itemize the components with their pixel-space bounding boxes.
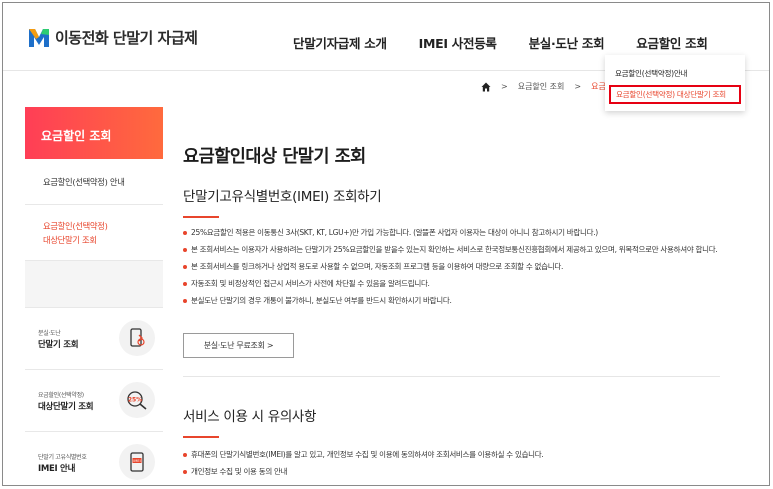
card-main-label: 대상단말기 조회 [38,402,94,412]
card-imei-info[interactable]: 단말기 고유식별번호 IMEI 안내 IMEI [25,431,163,485]
nav-item-imei[interactable]: IMEI 사전등록 [419,33,497,52]
service-notice-list: 휴대폰의 단말기식별번호(IMEI)를 알고 있고, 개인정보 수집 및 이용에… [183,449,723,483]
notice-item: 25%요금할인 적용은 이동통신 3사(SKT, KT, LGU+)만 가입 가… [183,227,723,238]
phone-search-icon [119,320,155,356]
notice-list: 25%요금할인 적용은 이동통신 3사(SKT, KT, LGU+)만 가입 가… [183,227,723,312]
site-logo[interactable]: 이동전화 단말기 자급제 [27,25,198,49]
section-title-underline [183,436,219,438]
section-title: 단말기고유식별번호(IMEI) 조회하기 [183,189,382,205]
breadcrumb-item-discount[interactable]: 요금할인 조회 [518,81,565,92]
card-main-label: IMEI 안내 [38,464,76,474]
section-service-notice: 서비스 이용 시 유의사항 [183,405,316,438]
browser-frame: 이동전화 단말기 자급제 단말기자급제 소개 IMEI 사전등록 분실·도난 조… [2,2,770,486]
nav-item-intro[interactable]: 단말기자급제 소개 [293,33,387,52]
discount-badge: 25% [128,397,142,404]
sidebar-cards: 분실·도난 단말기 조회 요금할인(선택약정) 대상단말기 조회 25% 단말기… [25,307,163,485]
sidebar-item-discount-info[interactable]: 요금할인(선택약정) 안내 [25,159,163,205]
imei-phone-icon: IMEI [119,444,155,480]
card-discount-device[interactable]: 요금할인(선택약정) 대상단말기 조회 25% [25,369,163,431]
section-title: 서비스 이용 시 유의사항 [183,409,317,425]
breadcrumb-separator: > [574,82,582,91]
notice-item: 자동조회 및 비정상적인 접근시 서비스가 사전에 차단될 수 있음을 알려드립… [183,278,723,289]
page-title: 요금할인대상 단말기 조회 [183,147,366,167]
sidebar: 요금할인 조회 요금할인(선택약정) 안내 요금할인(선택약정) 대상단말기 조… [25,107,163,485]
nav-dropdown-discount: 요금할인(선택약정)안내 요금할인(선택약정) 대상단말기 조회 [605,55,745,111]
logo-mark-icon [29,29,49,47]
card-main-label: 단말기 조회 [38,340,79,350]
section-title-underline [183,216,219,218]
home-icon[interactable] [481,82,491,92]
notice-item: 분실도난 단말기의 경우 개통이 불가하니, 분실도난 여부를 반드시 확인하시… [183,295,723,306]
dropdown-item-discount-info[interactable]: 요금할인(선택약정)안내 [615,68,687,79]
notice-item: 개인정보 수집 및 이용 동의 안내 [183,466,723,477]
logo-text: 이동전화 단말기 자급제 [55,28,198,47]
nav-item-lost[interactable]: 분실·도난 조회 [529,33,605,52]
sidebar-title: 요금할인 조회 [25,107,163,159]
sidebar-item-target-device[interactable]: 요금할인(선택약정) 대상단말기 조회 [25,205,163,261]
card-sub-label: 단말기 고유식별번호 [38,454,87,461]
notice-item: 휴대폰의 단말기식별번호(IMEI)를 알고 있고, 개인정보 수집 및 이용에… [183,449,723,460]
breadcrumb: > 요금할인 조회 > 요금 [481,81,606,92]
main-nav: 단말기자급제 소개 IMEI 사전등록 분실·도난 조회 요금할인 조회 [293,33,708,52]
sidebar-item-label-line1: 요금할인(선택약정) [43,221,108,231]
section-imei-lookup: 단말기고유식별번호(IMEI) 조회하기 [183,185,382,218]
breadcrumb-current: 요금 [591,82,606,91]
sidebar-menu: 요금할인(선택약정) 안내 요금할인(선택약정) 대상단말기 조회 [25,159,163,261]
card-sub-label: 요금할인(선택약정) [38,392,84,399]
notice-item: 본 조회서비스를 링크하거나 상업적 용도로 사용할 수 없으며, 자동조회 프… [183,261,723,272]
nav-item-discount[interactable]: 요금할인 조회 [636,33,708,52]
notice-item: 본 조회서비스는 이용자가 사용하려는 단말기가 25%요금할인을 받을수 있는… [183,244,723,255]
breadcrumb-separator: > [501,82,508,91]
sidebar-item-label-line2: 대상단말기 조회 [43,235,97,245]
dropdown-item-target-device[interactable]: 요금할인(선택약정) 대상단말기 조회 [609,85,741,104]
card-lost-device[interactable]: 분실·도난 단말기 조회 [25,307,163,369]
imei-badge: IMEI [133,459,140,463]
section-divider [183,376,720,377]
discount-search-icon: 25% [119,382,155,418]
lost-device-lookup-button[interactable]: 분실·도난 무료조회 > [183,333,294,358]
card-sub-label: 분실·도난 [38,330,61,337]
